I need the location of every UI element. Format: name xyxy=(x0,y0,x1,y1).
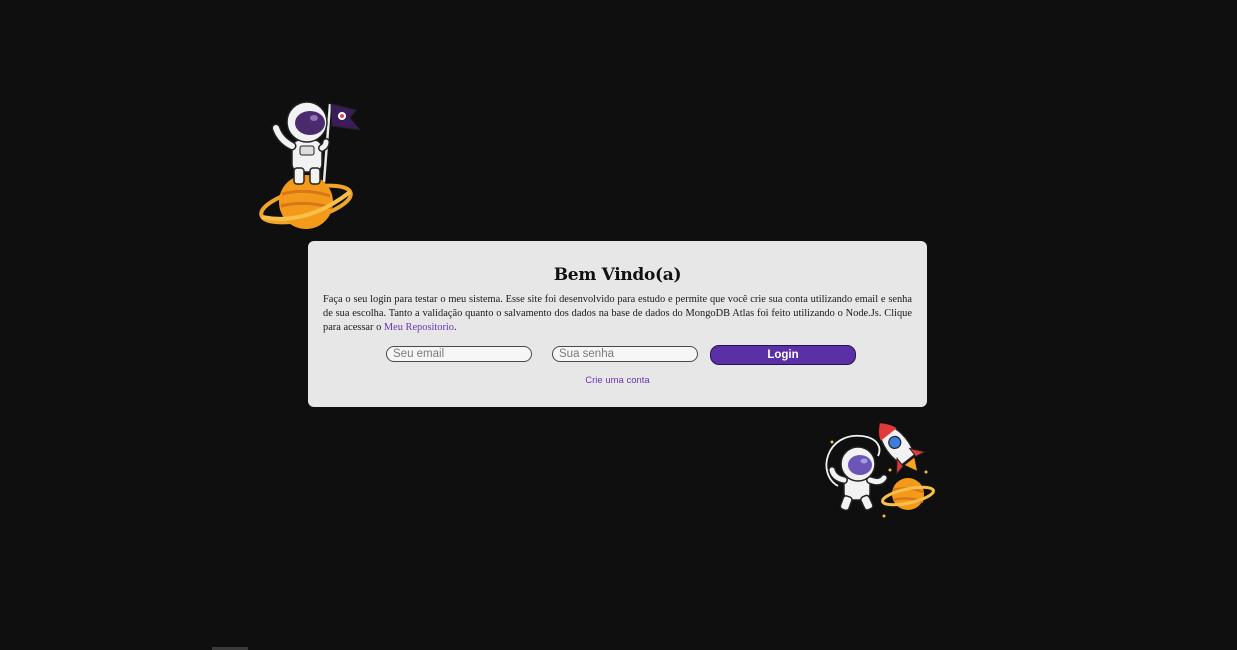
login-button[interactable]: Login xyxy=(710,345,856,365)
email-field[interactable] xyxy=(386,346,532,362)
password-field[interactable] xyxy=(552,346,698,362)
page-title: Bem Vindo(a) xyxy=(553,265,682,285)
create-account-link[interactable]: Crie uma conta xyxy=(308,375,927,386)
intro-text-end: . xyxy=(454,322,457,333)
astronaut-rocket-planet-icon xyxy=(825,422,935,518)
login-card: Bem Vindo(a) Faça o seu login para testa… xyxy=(308,241,927,407)
astronaut-flag-planet-icon xyxy=(259,101,362,229)
intro-paragraph: Faça o seu login para testar o meu siste… xyxy=(323,293,912,335)
repository-link[interactable]: Meu Repositorio xyxy=(384,322,454,333)
login-form: Login xyxy=(386,345,856,365)
